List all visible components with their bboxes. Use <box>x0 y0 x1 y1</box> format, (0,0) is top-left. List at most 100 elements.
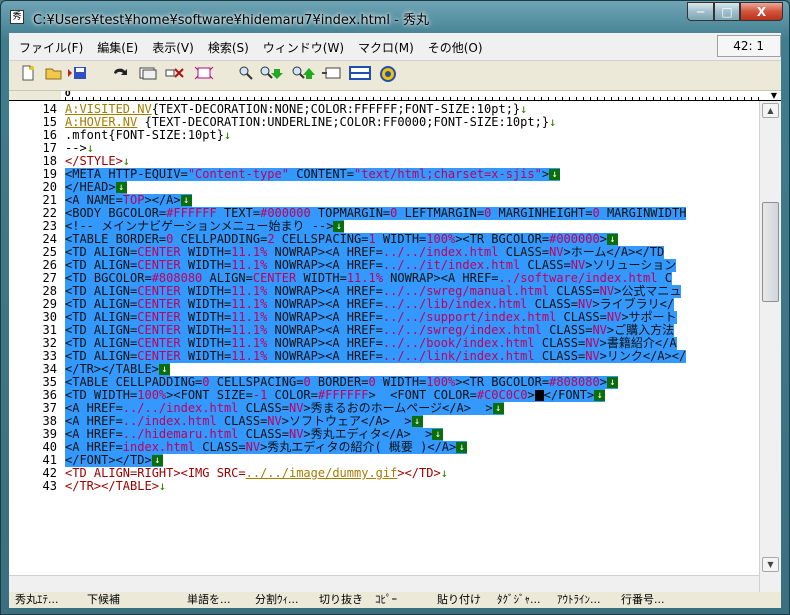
code-token: <A NAME= <box>65 193 123 207</box>
code-token: ../../it/index.html <box>382 258 521 272</box>
function-key-button[interactable]: 貼り付け <box>431 592 491 608</box>
code-token: >ご購入方法 <box>606 323 675 337</box>
code-token: ><TR BGCOLOR= <box>455 232 550 246</box>
code-token: NOWRAP><A HREF= <box>382 271 499 285</box>
horizontal-scrollbar[interactable] <box>9 575 759 592</box>
new-file-icon[interactable] <box>17 65 39 87</box>
code-token: NOWRAP><A HREF= <box>267 284 383 298</box>
code-token: {TEXT-DECORATION:NONE;COLOR:FFFFFF;FONT-… <box>151 102 521 116</box>
menu-item[interactable]: 検索(S) <box>201 39 256 56</box>
scroll-up-button[interactable]: ▲ <box>762 103 779 118</box>
code-token: ><TR BGCOLOR= <box>455 375 550 389</box>
function-key-button[interactable]: ｱｳﾄﾗｲﾝ... <box>551 592 615 608</box>
close-button[interactable]: X <box>740 2 783 21</box>
app-icon[interactable]: 秀 <box>10 10 24 24</box>
code-token: > <box>599 375 607 389</box>
title-bar[interactable]: 秀 C:¥Users¥test¥home¥software¥hidemaru7¥… <box>1 1 789 33</box>
paste-icon[interactable] <box>193 65 215 87</box>
line-end-mark: ↓ <box>151 455 163 466</box>
code-token: CLASS= <box>498 245 550 259</box>
menu-item[interactable]: 表示(V) <box>145 39 201 56</box>
code-token: CELLPADDING= <box>173 232 268 246</box>
function-key-button[interactable]: 単語を... <box>181 592 249 608</box>
code-token: CLASS= <box>216 414 268 428</box>
undo-icon[interactable] <box>109 65 131 87</box>
code-token: NOWRAP><A HREF= <box>267 310 383 324</box>
code-token: CLASS= <box>549 284 600 298</box>
function-keys: 秀丸ｴﾃ... 下候補 単語を... 分割ｳｨ... 切り抜き ｺﾋﾟｰ 貼り付け ﾀｸﾞｼﾞ… <box>9 592 675 608</box>
function-key-button[interactable]: 秀丸ｴﾃ... <box>9 592 71 608</box>
function-key-spacer <box>141 592 181 608</box>
code-token: 11.1% <box>231 336 268 350</box>
function-key-button[interactable]: 切り抜き <box>313 592 369 608</box>
code-token: WIDTH= <box>375 232 427 246</box>
function-key-button[interactable]: 分割ｳｨ... <box>249 592 313 608</box>
menu-item[interactable]: マクロ(M) <box>351 39 421 56</box>
code-token: CENTER <box>137 310 181 324</box>
code-token: NV <box>585 349 600 363</box>
code-token: CLASS= <box>556 310 607 324</box>
line-end-mark: ↓ <box>333 221 345 232</box>
code-token: {TEXT-DECORATION:UNDERLINE;COLOR:FF0000;… <box>137 115 550 129</box>
code-token: A:HOVER.NV <box>65 115 138 129</box>
open-folder-icon[interactable] <box>43 65 65 87</box>
code-token: NV <box>592 323 607 337</box>
window-controls: ─ □ X <box>687 2 783 21</box>
code-token: <TD ALIGN= <box>65 284 138 298</box>
cut-icon[interactable] <box>165 65 187 87</box>
scroll-down-button[interactable]: ▼ <box>762 557 779 572</box>
minimize-button[interactable]: ─ <box>687 2 714 21</box>
replace-icon[interactable] <box>321 65 343 87</box>
search-up-icon[interactable] <box>291 65 315 87</box>
menu-item[interactable]: 編集(E) <box>90 39 145 56</box>
code-line[interactable]: 19 <META HTTP-EQUIV="Content-type" CONTEN… <box>9 168 759 181</box>
line-end-mark: ↓ <box>456 442 468 453</box>
code-token: ../../swreg/index.html <box>382 323 542 337</box>
function-key-button[interactable]: ﾀｸﾞｼﾞｬ... <box>491 592 551 608</box>
code-token: CENTER <box>137 284 181 298</box>
text-editor[interactable]: 14 A:VISITED.NV{TEXT-DECORATION:NONE;COLO… <box>9 101 759 575</box>
code-token: >ライブラリ</ <box>592 297 675 311</box>
menu-items: ファイル(F) 編集(E) 表示(V) 検索(S) ウィンドウ(W) マクロ(M) その他(… <box>15 39 490 56</box>
code-line[interactable]: 43 </TR></TABLE>↓ <box>9 480 759 493</box>
code-token: <BODY BGCOLOR= <box>65 206 167 220</box>
line-end-mark: ↓ <box>86 141 94 155</box>
function-key-button[interactable]: ｺﾋﾟｰ <box>369 592 413 608</box>
code-token: ../../lib/index.html <box>382 297 528 311</box>
code-line[interactable]: 16 .mfont{FONT-SIZE:10pt}↓ <box>9 129 759 142</box>
code-token: 11.1% <box>346 271 383 285</box>
window-title: C:¥Users¥test¥home¥software¥hidemaru7¥in… <box>33 13 429 28</box>
search-down-icon[interactable] <box>259 65 283 87</box>
split-window-icon[interactable] <box>349 65 371 87</box>
menu-item[interactable]: ファイル(F) <box>15 39 90 56</box>
menu-item[interactable]: その他(O) <box>421 39 490 56</box>
code-token: <A HREF= <box>65 401 123 415</box>
menu-item[interactable]: ウィンドウ(W) <box>256 39 351 56</box>
search-icon[interactable] <box>235 65 257 87</box>
code-token: 100% <box>426 232 456 246</box>
function-key-button[interactable]: 下候補 <box>81 592 141 608</box>
function-key-button[interactable]: 行番号... <box>615 592 675 608</box>
scroll-thumb[interactable] <box>762 202 779 302</box>
code-token: WIDTH= <box>180 258 232 272</box>
code-token: ../hidemaru.html <box>122 427 239 441</box>
code-token: TOPMARGIN= <box>310 206 391 220</box>
line-end-mark: ↓ <box>606 234 618 245</box>
maximize-button[interactable]: □ <box>714 2 740 21</box>
code-token: 0 <box>303 375 311 389</box>
code-token: <TABLE BORDER= <box>65 232 167 246</box>
code-token: >ホーム</A></TD <box>563 245 665 259</box>
code-token: </TR></TABLE> <box>65 362 159 376</box>
code-token: </FONT> <box>543 388 595 402</box>
help-icon[interactable] <box>377 65 399 87</box>
code-token: NOWRAP><A HREF= <box>267 336 383 350</box>
line-end-mark: ↓ <box>411 416 423 427</box>
code-token: <TD ALIGN=RIGHT><IMG SRC= <box>65 466 246 480</box>
code-token: ../../index.html <box>122 401 239 415</box>
save-icon[interactable] <box>67 65 89 87</box>
column-ruler: 0 ▼ <box>9 91 781 101</box>
code-token: ../../support/index.html <box>382 310 557 324</box>
copy-icon[interactable] <box>137 65 159 87</box>
vertical-scrollbar[interactable]: ▲ ▼ <box>759 101 781 592</box>
ruler-zero-label: 0 <box>65 91 71 98</box>
